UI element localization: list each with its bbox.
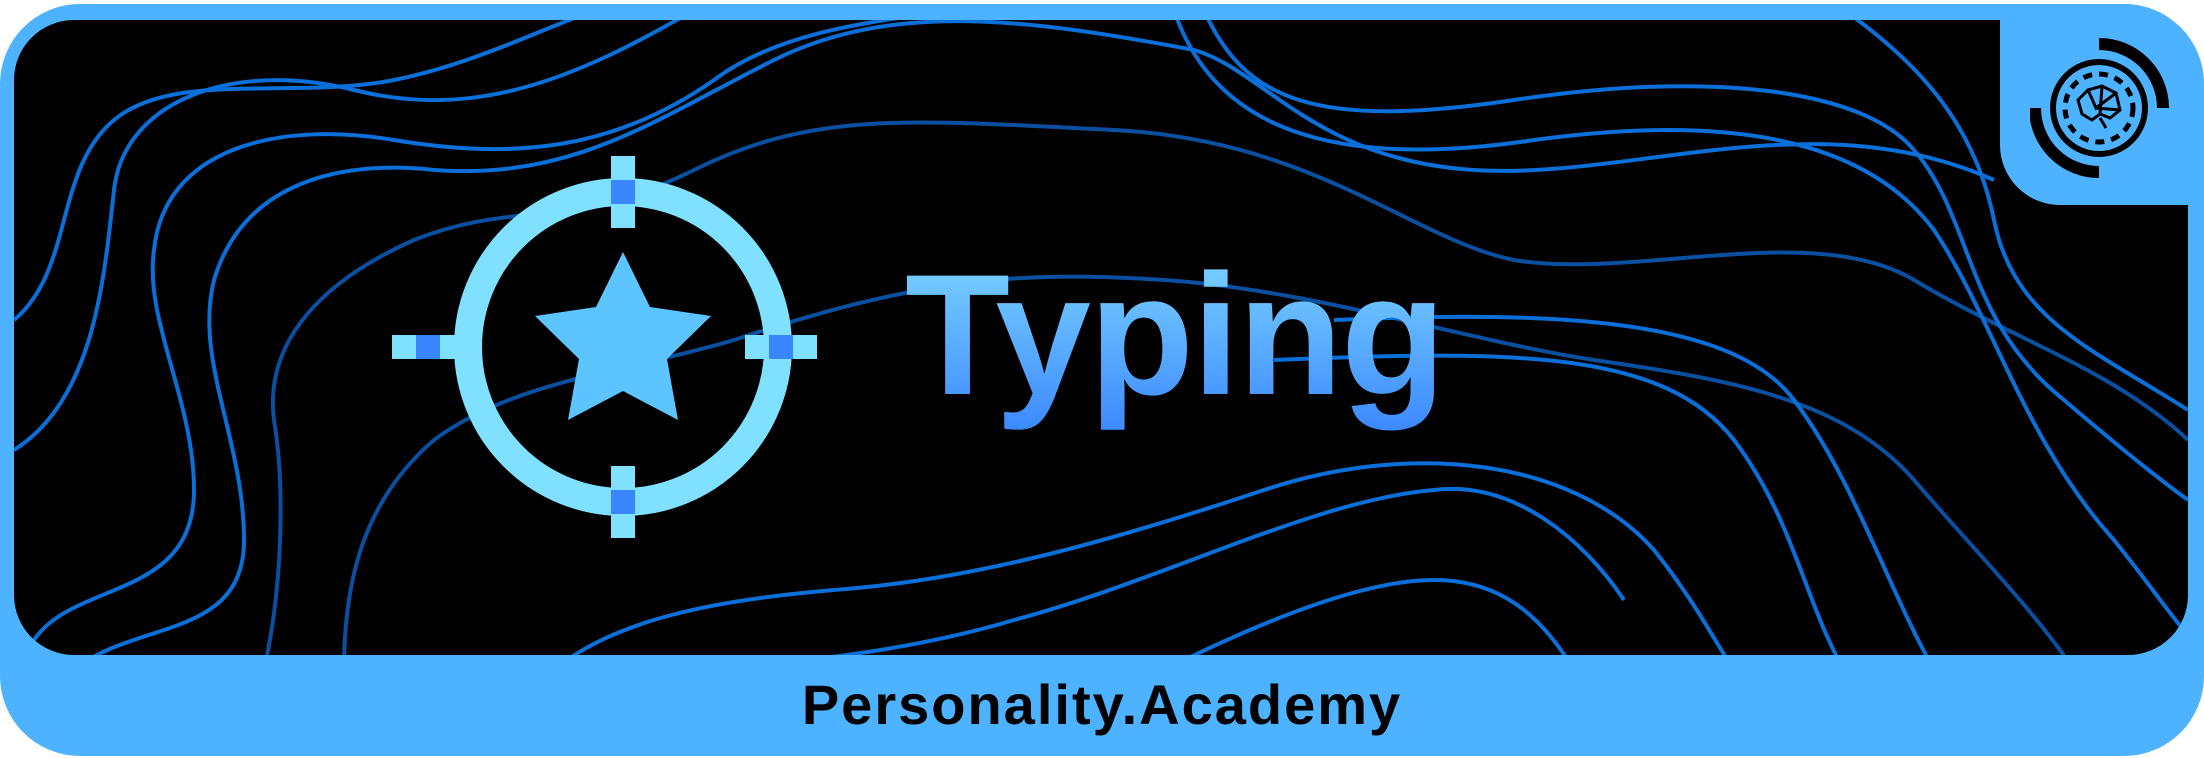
brain-logo-icon [2029,38,2170,183]
target-star-icon [390,150,860,555]
banner-title: Typing [905,232,1446,438]
brand-name: Personality.Academy [801,673,1403,736]
